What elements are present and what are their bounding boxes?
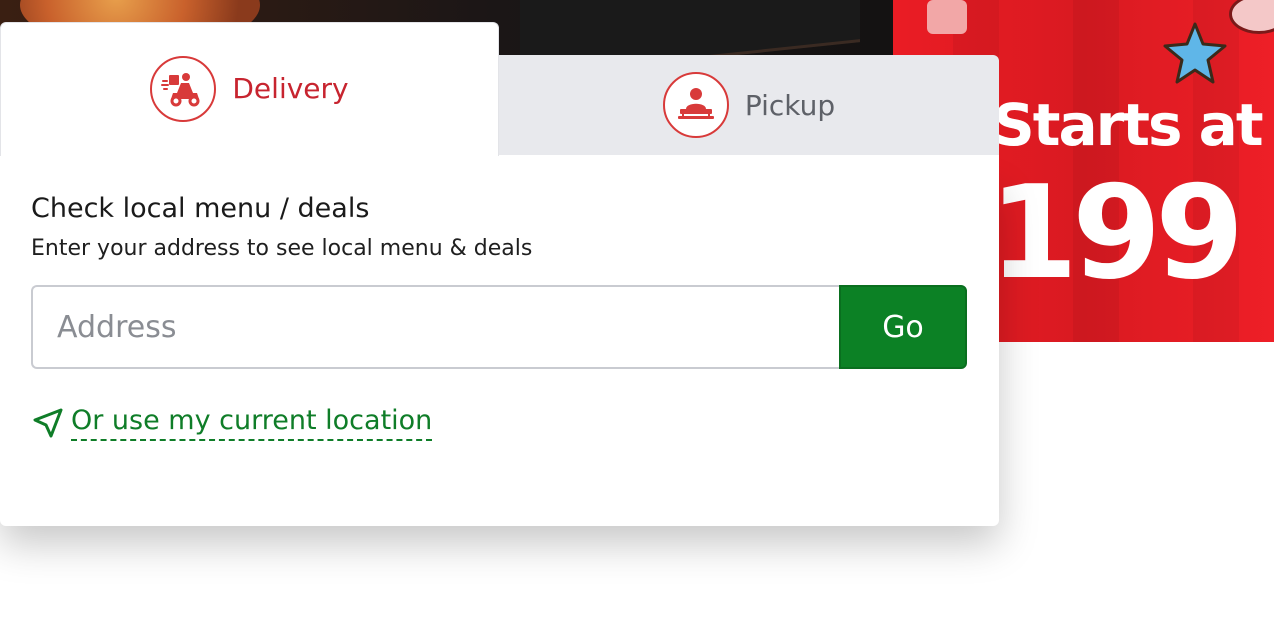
panel-title: Check local menu / deals bbox=[31, 193, 370, 224]
pickup-person-icon bbox=[662, 72, 729, 138]
tab-delivery[interactable]: Delivery bbox=[0, 22, 499, 156]
current-location-label: Or use my current location bbox=[71, 405, 433, 442]
promo-price: 199 bbox=[989, 159, 1244, 308]
tab-pickup[interactable]: Pickup bbox=[499, 55, 999, 155]
address-form: Go bbox=[31, 285, 967, 369]
delivery-scooter-icon bbox=[150, 55, 217, 122]
order-locator-card: Delivery Pickup Check local menu / deals… bbox=[0, 22, 999, 505]
panel-subtitle: Enter your address to see local menu & d… bbox=[31, 236, 533, 261]
locator-panel: Check local menu / deals Enter your addr… bbox=[0, 155, 999, 505]
tab-pickup-label: Pickup bbox=[744, 88, 836, 122]
tab-delivery-label: Delivery bbox=[232, 72, 349, 105]
navigation-arrow-icon bbox=[31, 406, 65, 440]
promo-headline: Starts at bbox=[993, 91, 1264, 159]
star-icon bbox=[1163, 22, 1227, 84]
tab-delivery-content: Delivery bbox=[150, 55, 349, 122]
go-button[interactable]: Go bbox=[839, 285, 967, 369]
use-current-location-link[interactable]: Or use my current location bbox=[31, 405, 433, 442]
address-input[interactable] bbox=[31, 285, 839, 369]
